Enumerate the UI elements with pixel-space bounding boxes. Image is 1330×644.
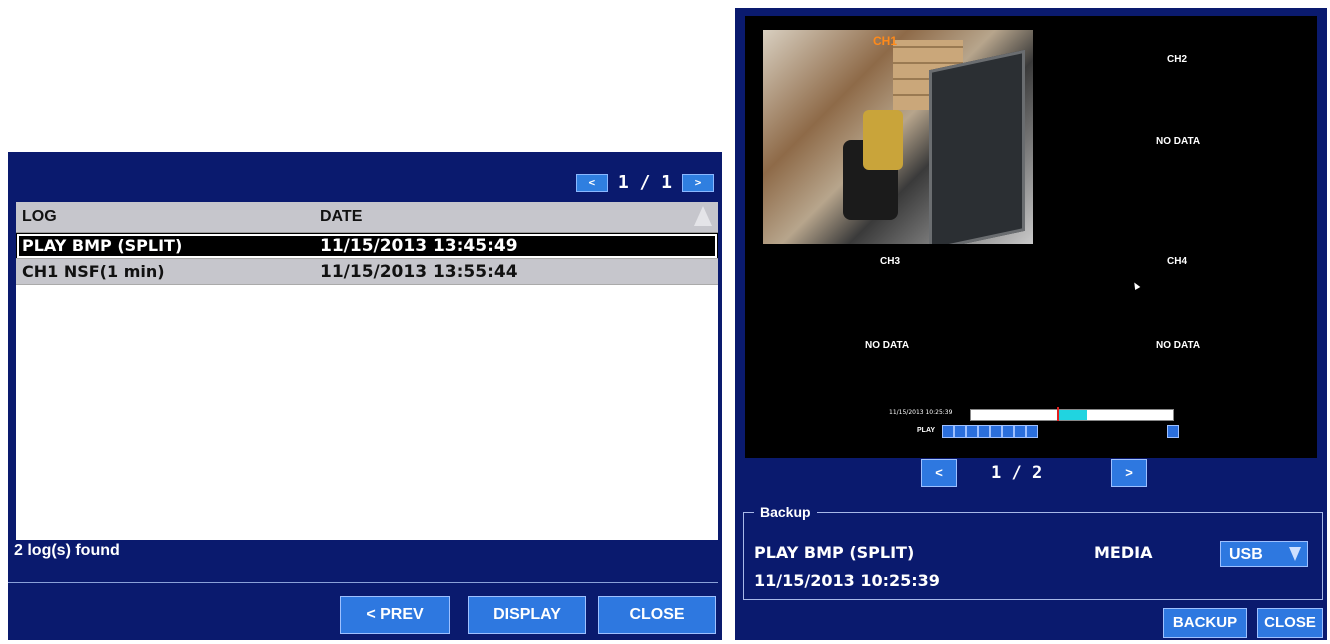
table-header: LOG DATE xyxy=(16,202,718,233)
next-page-button[interactable]: > xyxy=(1111,459,1147,487)
media-select-value: USB xyxy=(1229,546,1263,563)
playback-timestamp: 11/15/2013 10:25:39 xyxy=(889,409,953,416)
next-page-button[interactable]: > xyxy=(682,173,714,192)
playback-timeline[interactable] xyxy=(970,407,1174,421)
ch1-label: CH1 xyxy=(873,34,898,48)
backup-item-timestamp: 11/15/2013 10:25:39 xyxy=(754,571,940,590)
forward-icon[interactable] xyxy=(1014,425,1026,438)
ch4-no-data: NO DATA xyxy=(1156,340,1201,351)
backup-group: Backup PLAY BMP (SPLIT) 11/15/2013 10:25… xyxy=(743,504,1323,600)
backup-group-title: Backup xyxy=(754,504,817,520)
dropdown-arrow-icon[interactable] xyxy=(1289,547,1301,561)
row-date-cell: 11/15/2013 13:55:44 xyxy=(320,261,518,282)
forward-fast-icon[interactable] xyxy=(1026,425,1038,438)
prev-button[interactable]: < PREV xyxy=(340,596,450,634)
rewind-fast-icon[interactable] xyxy=(942,425,954,438)
prev-page-button[interactable]: < xyxy=(921,459,957,487)
backup-button[interactable]: BACKUP xyxy=(1163,608,1247,638)
step-back-icon[interactable] xyxy=(966,425,978,438)
zoom-icon[interactable] xyxy=(1167,425,1179,438)
ch3-no-data: NO DATA xyxy=(865,340,910,351)
channel-pager: < 1 / 2 > xyxy=(735,459,1327,489)
prev-page-button[interactable]: < xyxy=(575,173,608,192)
page-indicator: 1 / 2 xyxy=(991,463,1043,483)
play-icon[interactable] xyxy=(978,425,990,438)
divider xyxy=(8,582,718,583)
play-label: PLAY xyxy=(917,427,936,434)
close-button[interactable]: CLOSE xyxy=(598,596,716,634)
media-label: MEDIA xyxy=(1094,543,1153,562)
table-row[interactable]: PLAY BMP (SPLIT) 11/15/2013 13:45:49 xyxy=(16,233,718,259)
ch3-label: CH3 xyxy=(880,256,901,267)
pause-icon[interactable] xyxy=(990,425,1002,438)
rewind-icon[interactable] xyxy=(954,425,966,438)
ch1-video-frame[interactable] xyxy=(763,30,1033,244)
video-grid: CH1 CH2 NO DATA CH3 CH4 NO DATA NO DATA … xyxy=(745,16,1317,458)
log-count-text: 2 log(s) found xyxy=(14,542,120,559)
timeline-recorded-segment xyxy=(1059,410,1087,420)
row-log-cell: CH1 NSF(1 min) xyxy=(22,262,165,281)
log-table: LOG DATE PLAY BMP (SPLIT) 11/15/2013 13:… xyxy=(16,202,718,540)
video-content xyxy=(863,110,903,170)
log-pager: < 1 / 1 > xyxy=(575,172,714,193)
backup-item-name: PLAY BMP (SPLIT) xyxy=(754,543,915,562)
playback-dialog: CH1 CH2 NO DATA CH3 CH4 NO DATA NO DATA … xyxy=(735,8,1327,640)
step-forward-icon[interactable] xyxy=(1002,425,1014,438)
mouse-cursor-icon xyxy=(1131,280,1141,291)
row-date-cell: 11/15/2013 13:45:49 xyxy=(320,235,518,256)
table-row[interactable]: CH1 NSF(1 min) 11/15/2013 13:55:44 xyxy=(16,259,718,285)
ch4-label: CH4 xyxy=(1167,256,1188,267)
row-log-cell: PLAY BMP (SPLIT) xyxy=(22,236,183,255)
video-content xyxy=(929,49,1025,244)
display-button[interactable]: DISPLAY xyxy=(468,596,586,634)
column-header-date[interactable]: DATE xyxy=(320,208,718,226)
sort-up-icon[interactable] xyxy=(694,206,712,226)
ch2-no-data: NO DATA xyxy=(1156,136,1201,147)
column-header-log[interactable]: LOG xyxy=(16,208,320,226)
page-indicator: 1 / 1 xyxy=(617,172,672,193)
log-list-dialog: < 1 / 1 > LOG DATE PLAY BMP (SPLIT) 11/1… xyxy=(8,152,722,640)
media-select[interactable]: USB xyxy=(1220,541,1308,567)
close-button[interactable]: CLOSE xyxy=(1257,608,1323,638)
timeline-position-marker[interactable] xyxy=(1057,407,1059,421)
ch2-label: CH2 xyxy=(1167,54,1188,65)
